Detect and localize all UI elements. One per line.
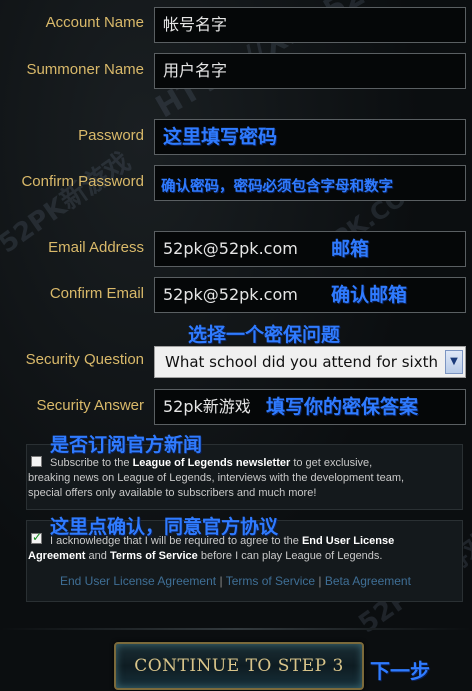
security-question-hint: 选择一个密保问题 xyxy=(188,324,341,346)
confirm-email-hint: 确认邮箱 xyxy=(331,284,408,306)
eula-link[interactable]: End User License Agreement xyxy=(60,574,216,588)
newsletter-text-line3: special offers only available to subscri… xyxy=(28,487,317,499)
password-label: Password xyxy=(78,127,144,144)
security-question-label: Security Question xyxy=(25,351,144,368)
password-hint: 这里填写密码 xyxy=(163,126,278,148)
email-input[interactable]: 52pk@52pk.com xyxy=(154,231,466,267)
newsletter-text-line2: breaking news on League of Legends, inte… xyxy=(28,472,405,484)
newsletter-hint: 是否订阅官方新闻 xyxy=(50,434,203,456)
agreement-checkbox[interactable]: ✓ xyxy=(31,530,43,544)
security-question-value: What school did you attend for sixth xyxy=(165,353,438,371)
confirm-email-label: Confirm Email xyxy=(49,285,144,302)
confirm-email-input[interactable]: 52pk@52pk.com xyxy=(154,277,466,313)
security-question-select[interactable]: What school did you attend for sixth ▼ xyxy=(154,346,466,378)
chevron-down-icon[interactable]: ▼ xyxy=(445,350,463,374)
divider xyxy=(0,628,472,630)
security-answer-label: Security Answer xyxy=(36,397,144,414)
newsletter-checkbox[interactable] xyxy=(31,456,42,467)
continue-hint: 下一步 xyxy=(370,659,430,683)
beta-agreement-link[interactable]: Beta Agreement xyxy=(325,574,411,588)
account-name-input[interactable]: 帐号名字 xyxy=(154,7,466,43)
link-separator: | xyxy=(219,574,223,588)
summoner-name-input[interactable]: 用户名字 xyxy=(154,53,466,89)
link-separator: | xyxy=(318,574,322,588)
tos-link[interactable]: Terms of Service xyxy=(226,574,315,588)
email-label: Email Address xyxy=(48,239,144,256)
summoner-name-label: Summoner Name xyxy=(26,61,144,78)
security-answer-hint: 填写你的密保答案 xyxy=(266,396,419,418)
legal-links: End User License Agreement | Terms of Se… xyxy=(60,574,411,588)
confirm-password-hint: 确认密码，密码必须包含字母和数字 xyxy=(161,179,393,195)
continue-button[interactable]: CONTINUE TO STEP 3 xyxy=(114,642,364,690)
account-name-label: Account Name xyxy=(45,14,144,31)
newsletter-text: Subscribe to the League of Legends newsl… xyxy=(50,457,373,469)
confirm-password-label: Confirm Password xyxy=(21,173,144,190)
agreement-text: I acknowledge that I will be required to… xyxy=(50,535,395,547)
checkmark-icon: ✓ xyxy=(32,530,43,544)
agreement-text-line2: Agreement and Terms of Service before I … xyxy=(28,550,383,562)
email-hint: 邮箱 xyxy=(331,238,370,260)
